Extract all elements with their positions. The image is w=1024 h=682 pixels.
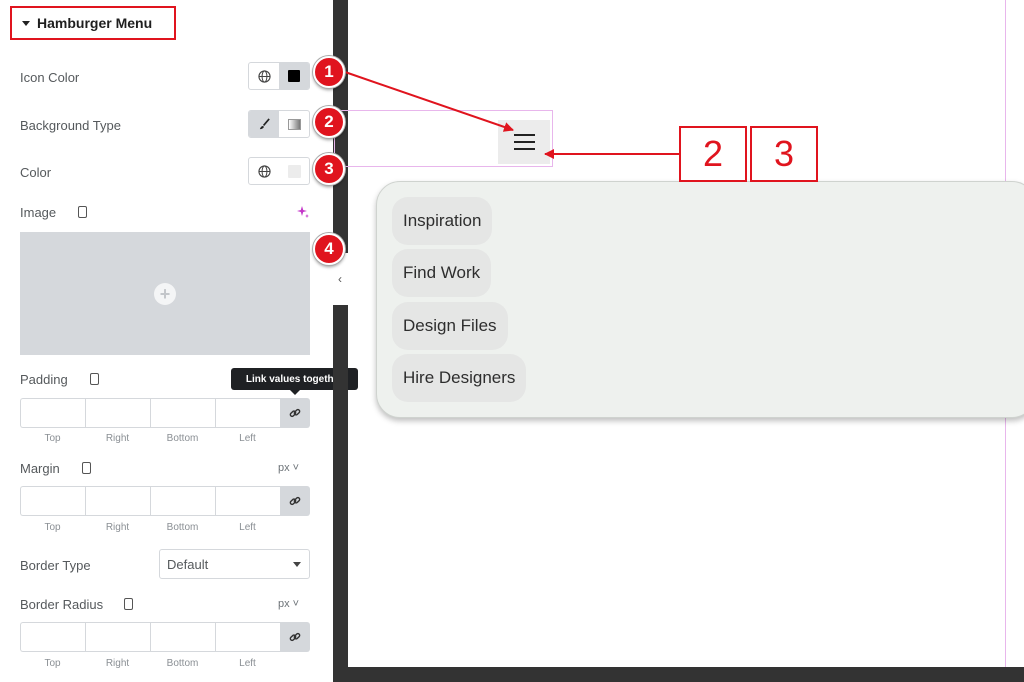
classic-background-button[interactable] [249,111,279,137]
brush-icon [259,117,270,129]
margin-unit-select[interactable]: px ˅ [278,462,299,474]
annotation-box-2: 2 [679,126,747,182]
light-gray-swatch-icon [287,164,301,178]
padding-link-button[interactable] [280,398,310,428]
side-label-top: Top [44,522,61,533]
menu-item-design-files[interactable]: Design Files [392,302,508,350]
link-icon [289,632,301,642]
radius-left-input[interactable] [215,622,280,652]
hamburger-bar [513,141,535,143]
gradient-background-button[interactable] [279,111,309,137]
side-label-left: Left [239,433,256,444]
border-radius-unit-select[interactable]: px ˅ [278,598,299,610]
icon-color-swatch[interactable] [279,63,309,89]
padding-inputs [20,398,310,428]
side-label-left: Left [239,522,256,533]
menu-item-hire-designers[interactable]: Hire Designers [392,354,527,402]
side-label-left: Left [239,658,256,669]
globe-icon [257,164,271,178]
padding-right-input[interactable] [85,398,150,428]
padding-side-labels: Top Right Bottom Left [20,433,280,444]
padding-label: Padding [20,372,68,387]
radius-side-labels: Top Right Bottom Left [20,658,280,669]
gradient-icon [287,118,301,130]
image-picker[interactable]: + [20,232,310,355]
globe-icon [257,69,271,83]
margin-link-button[interactable] [280,486,310,516]
margin-left-input[interactable] [215,486,280,516]
global-colors-button[interactable] [249,63,279,89]
annotation-badge-4: 4 [313,233,345,265]
global-colors-button-2[interactable] [249,158,279,184]
canvas-frame-left [333,0,348,682]
tooltip-tail [290,390,300,395]
annotation-badge-1: 1 [313,56,345,88]
side-label-top: Top [44,658,61,669]
link-icon [289,496,301,506]
padding-top-input[interactable] [20,398,85,428]
background-color-swatch[interactable] [279,158,309,184]
radius-link-button[interactable] [280,622,310,652]
add-image-icon: + [154,282,176,305]
caret-down-icon [22,20,30,26]
image-label: Image [20,205,57,220]
link-icon [289,408,301,418]
hamburger-bar [513,134,535,136]
menu-item-inspiration[interactable]: Inspiration [392,197,493,245]
responsive-device-icon[interactable] [82,462,91,474]
responsive-device-icon[interactable] [90,373,99,385]
menu-item-find-work[interactable]: Find Work [392,249,492,297]
color-label: Color [20,165,52,180]
margin-label: Margin [20,461,60,476]
section-header-hamburger-menu[interactable]: Hamburger Menu [10,6,176,40]
side-label-bottom: Bottom [166,433,199,444]
padding-left-input[interactable] [215,398,280,428]
hamburger-menu-button[interactable] [498,120,550,164]
padding-bottom-input[interactable] [150,398,215,428]
chevron-left-icon: ‹ [338,272,342,286]
icon-color-label: Icon Color [20,70,80,85]
responsive-device-icon[interactable] [124,598,133,610]
settings-panel: Hamburger Menu Icon Color Background Typ… [0,0,358,682]
section-title: Hamburger Menu [37,15,153,31]
background-type-label: Background Type [20,118,121,133]
border-type-select[interactable]: Default [159,549,310,579]
screen: Hamburger Menu Icon Color Background Typ… [0,0,1024,682]
margin-side-labels: Top Right Bottom Left [20,522,280,533]
side-label-bottom: Bottom [166,522,199,533]
border-type-label: Border Type [20,558,91,573]
margin-top-input[interactable] [20,486,85,516]
radius-top-input[interactable] [20,622,85,652]
radius-right-input[interactable] [85,622,150,652]
border-radius-label: Border Radius [20,597,104,612]
color-control [248,157,310,185]
side-label-right: Right [105,658,130,669]
annotation-badge-2: 2 [313,106,345,138]
annotation-badge-3: 3 [313,153,345,185]
margin-inputs [20,486,310,516]
background-type-control [248,110,310,138]
side-label-right: Right [105,433,130,444]
ai-sparkle-icon[interactable] [296,205,310,219]
border-radius-inputs [20,622,310,652]
side-label-bottom: Bottom [166,658,199,669]
hamburger-bar [513,148,535,150]
select-arrow-icon [293,562,301,567]
annotation-box-3: 3 [750,126,818,182]
responsive-device-icon[interactable] [78,206,87,218]
side-label-top: Top [44,433,61,444]
canvas-frame-bottom [333,667,1024,682]
radius-bottom-input[interactable] [150,622,215,652]
black-swatch-icon [288,70,300,82]
side-label-right: Right [105,522,130,533]
icon-color-control [248,62,310,90]
margin-right-input[interactable] [85,486,150,516]
margin-bottom-input[interactable] [150,486,215,516]
border-type-value: Default [167,556,209,572]
